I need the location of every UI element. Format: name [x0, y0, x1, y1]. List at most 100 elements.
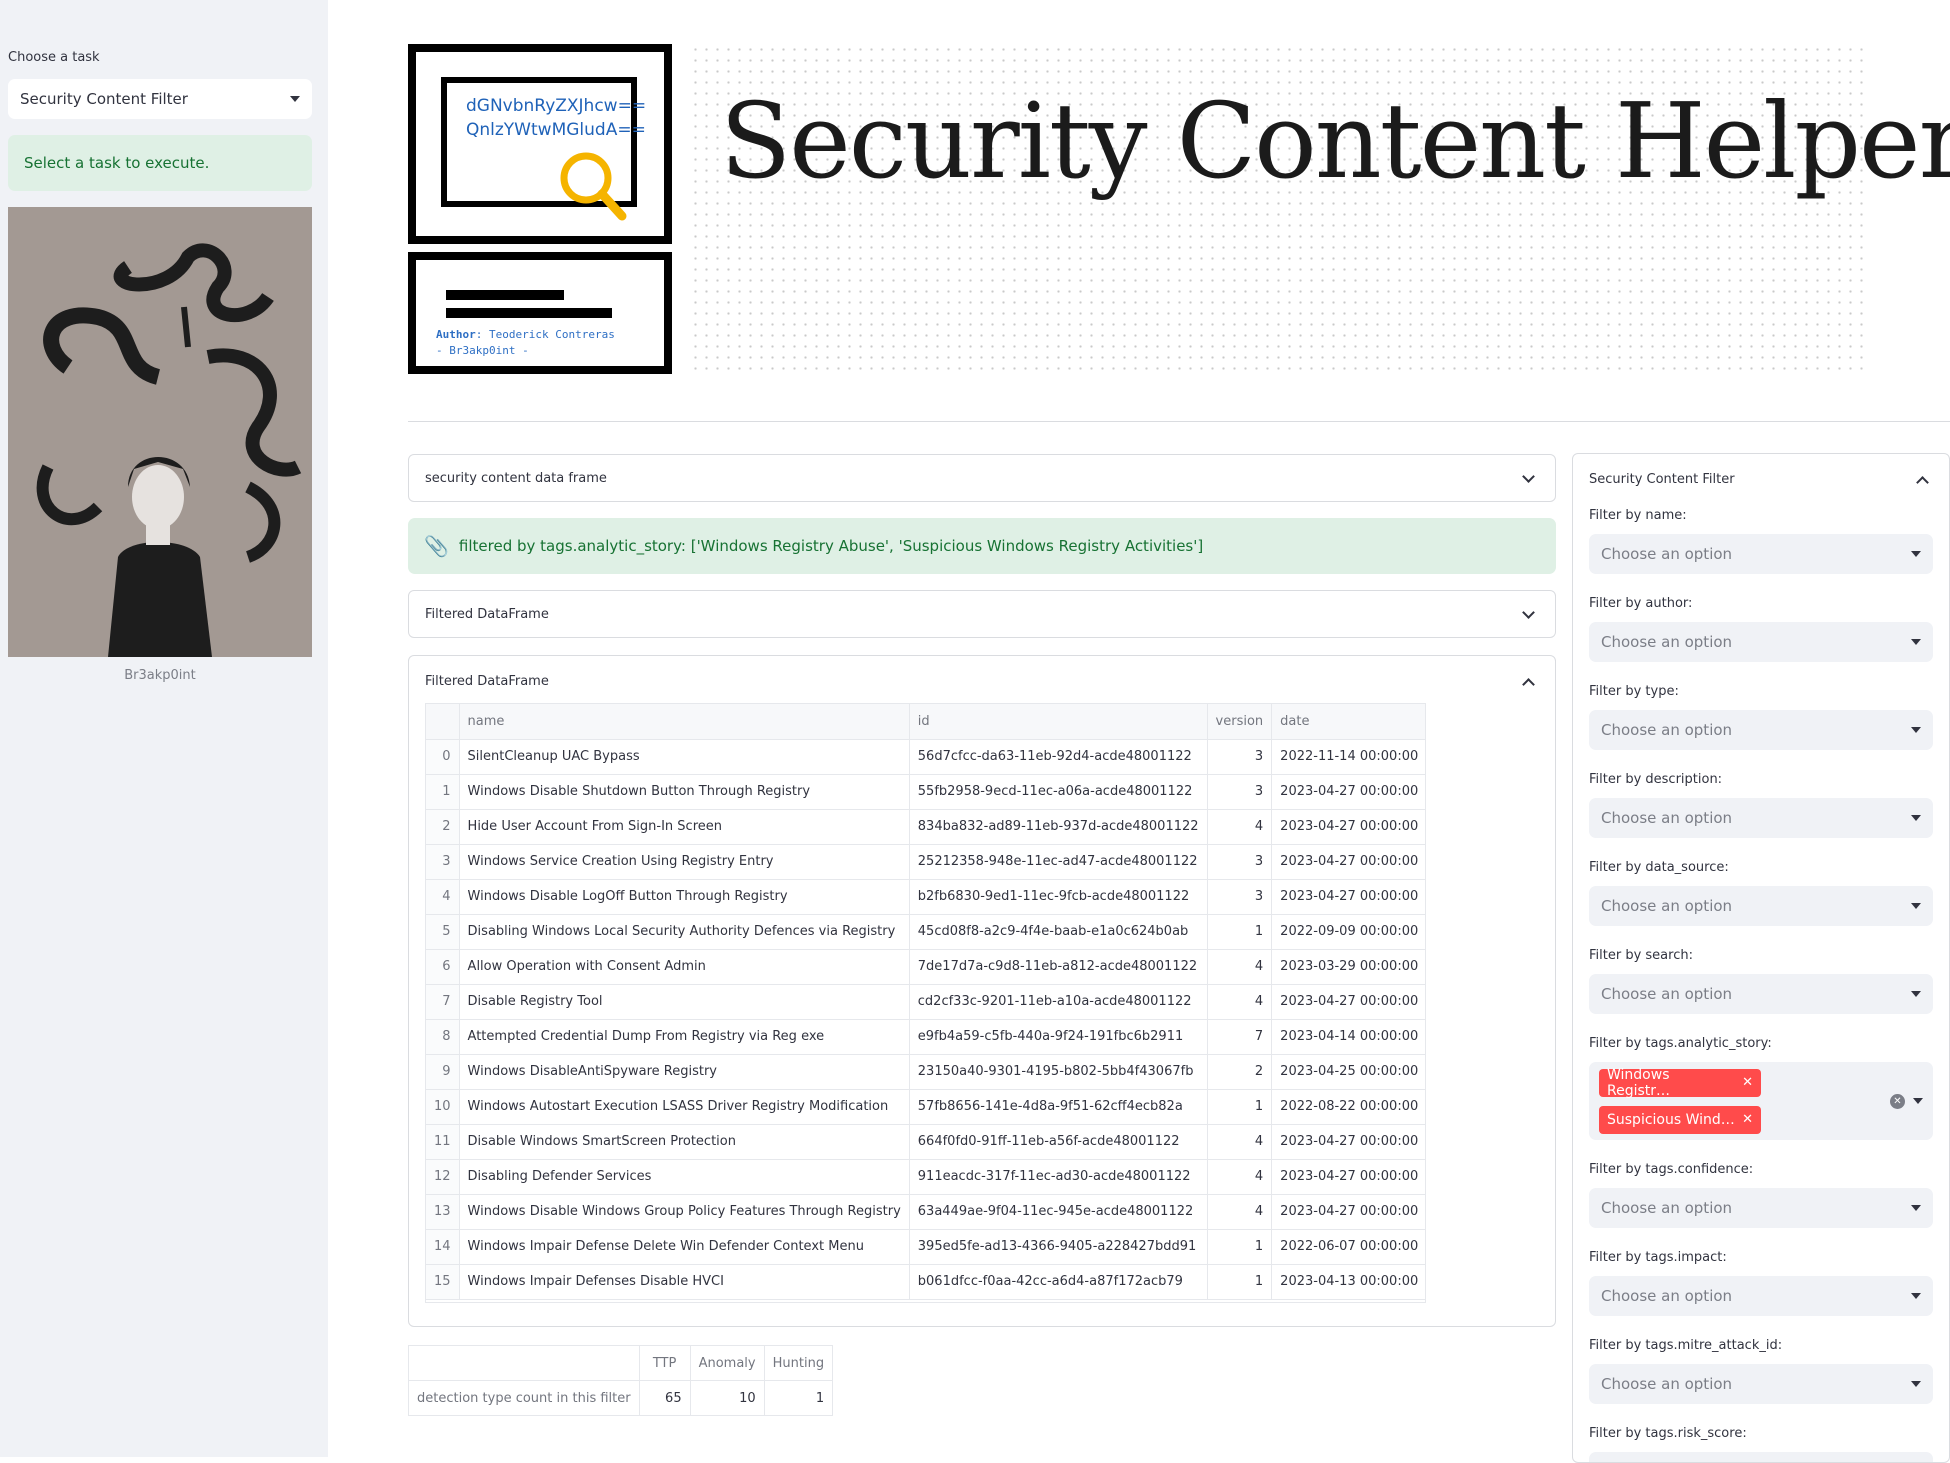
table-cell: 4 — [1207, 809, 1273, 845]
filter-select[interactable]: Choose an option — [1589, 1188, 1933, 1228]
table-row[interactable]: 15 Windows Impair Defenses Disable HVCI b0… — [426, 1264, 1425, 1300]
filter-select[interactable]: Choose an option — [1589, 1364, 1933, 1404]
filter-group: Filter by data_source: Choose an option — [1573, 856, 1949, 926]
filter-group: Filter by tags.mitre_attack_id: Choose an… — [1573, 1334, 1949, 1404]
caret-down-icon — [1911, 1381, 1921, 1387]
table-row[interactable]: 5 Disabling Windows Local Security Author… — [426, 914, 1425, 950]
table-cell: 834ba832-ad89-11eb-937d-acde48001122 — [909, 809, 1208, 845]
table-row[interactable]: 9 Windows DisableAntiSpyware Registry 2315… — [426, 1054, 1425, 1090]
table-cell: 1 — [1207, 1089, 1273, 1125]
table-row[interactable]: 1 Windows Disable Shutdown Button Through… — [426, 774, 1425, 810]
count-header-blank — [408, 1345, 640, 1381]
table-cell: 45cd08f8-a2c9-4f4e-baab-e1a0c624b0ab — [909, 914, 1208, 950]
table-cell: 2 — [426, 809, 460, 845]
sidebar-alert-text: Select a task to execute. — [24, 154, 210, 172]
count-header-ttp: TTP — [638, 1345, 691, 1381]
table-cell: 14 — [426, 1229, 460, 1265]
filter-placeholder: Choose an option — [1601, 1199, 1733, 1217]
column-header[interactable]: name — [459, 704, 910, 740]
task-select[interactable]: Security Content Filter — [8, 79, 312, 119]
table-row[interactable]: 0 SilentCleanup UAC Bypass 56d7cfcc-da63-1… — [426, 739, 1425, 775]
table-cell: Windows Disable Shutdown Button Through … — [459, 774, 910, 810]
table-cell: 2022-06-07 00:00:00 — [1271, 1229, 1425, 1265]
filter-select[interactable]: Choose an option — [1589, 1452, 1933, 1462]
table-cell: SilentCleanup UAC Bypass — [459, 739, 910, 775]
expander-filtered-1[interactable]: Filtered DataFrame — [408, 590, 1556, 638]
table-cell: Allow Operation with Consent Admin — [459, 949, 910, 985]
table-row[interactable]: 4 Windows Disable LogOff Button Through R… — [426, 879, 1425, 915]
chevron-down-icon — [1522, 469, 1535, 483]
table-cell: 23150a40-9301-4195-b802-5bb4f43067fb — [909, 1054, 1208, 1090]
filtered-dataframe[interactable]: nameidversiondateauthor 0SilentCleanup U… — [425, 703, 1426, 1303]
table-cell: Windows Disable LogOff Button Through Re… — [459, 879, 910, 915]
filter-panel-header[interactable]: Security Content Filter — [1573, 454, 1949, 504]
table-cell: 13 — [426, 1194, 460, 1230]
filter-label: Filter by tags.analytic_story: — [1589, 1035, 1772, 1051]
filter-select[interactable]: Choose an option — [1589, 534, 1933, 574]
security-content-filter-panel: Security Content Filter Filter by name: C… — [1572, 453, 1950, 1463]
table-row[interactable]: 14 Windows Impair Defense Delete Win Defe… — [426, 1229, 1425, 1265]
logo-author-label: Author — [436, 328, 476, 341]
table-cell: 11 — [426, 1124, 460, 1160]
table-row[interactable]: 6 Allow Operation with Consent Admin 7de17… — [426, 949, 1425, 985]
filter-select[interactable]: Choose an option — [1589, 622, 1933, 662]
filter-info-text: filtered by tags.analytic_story: ['Windo… — [458, 537, 1204, 555]
table-row[interactable]: 12 Disabling Defender Services 911eacdc-31… — [426, 1159, 1425, 1195]
table-cell: 25212358-948e-11ec-ad47-acde48001122 — [909, 844, 1208, 880]
table-cell: 1 — [426, 774, 460, 810]
table-cell: 6 — [426, 949, 460, 985]
count-row-label: detection type count in this filter — [408, 1380, 640, 1416]
page-title: Security Content Helper — [720, 80, 1950, 202]
expander-filtered-2-title: Filtered DataFrame — [425, 673, 549, 689]
filter-panel-title: Security Content Filter — [1589, 471, 1735, 487]
table-row[interactable]: 2 Hide User Account From Sign-In Screen 83… — [426, 809, 1425, 845]
filter-select[interactable]: Choose an option — [1589, 1276, 1933, 1316]
table-cell: Attempted Credential Dump From Registry … — [459, 1019, 910, 1055]
table-row[interactable]: 10 Windows Autostart Execution LSASS Driv… — [426, 1089, 1425, 1125]
expander-data-frame[interactable]: security content data frame — [408, 454, 1556, 502]
table-cell: 7 — [426, 984, 460, 1020]
table-row[interactable]: 7 Disable Registry Tool cd2cf33c-9201-11eb… — [426, 984, 1425, 1020]
table-cell: 2023-04-27 00:00:00 — [1271, 879, 1425, 915]
selected-tag-label: Windows Registr… — [1607, 1066, 1671, 1099]
table-cell: 4 — [1207, 1159, 1273, 1195]
table-cell: b2fb6830-9ed1-11ec-9fcb-acde48001122 — [909, 879, 1208, 915]
table-cell: 7de17d7a-c9d8-11eb-a812-acde48001122 — [909, 949, 1208, 985]
column-header[interactable]: id — [909, 704, 1208, 740]
filter-group: Filter by tags.analytic_story: Windows Re… — [1573, 1032, 1949, 1140]
table-row[interactable]: 13 Windows Disable Windows Group Policy F… — [426, 1194, 1425, 1230]
table-cell: Disabling Windows Local Security Authori… — [459, 914, 910, 950]
count-header-anomaly: Anomaly — [689, 1345, 765, 1381]
logo-line-2: QnlzYWtwMGludA== — [466, 120, 646, 140]
table-cell: 2 — [1207, 1054, 1273, 1090]
filter-placeholder: Choose an option — [1601, 633, 1733, 651]
table-row[interactable]: 3 Windows Service Creation Using Registry… — [426, 844, 1425, 880]
table-cell: 3 — [426, 844, 460, 880]
filter-label: Filter by search: — [1589, 947, 1693, 963]
filter-label: Filter by tags.mitre_attack_id: — [1589, 1337, 1783, 1353]
table-cell: 2023-04-27 00:00:00 — [1271, 809, 1425, 845]
table-row[interactable]: 8 Attempted Credential Dump From Registry… — [426, 1019, 1425, 1055]
column-header[interactable]: date — [1271, 704, 1425, 740]
column-header[interactable] — [426, 704, 460, 740]
remove-tag-icon[interactable]: ✕ — [1742, 1112, 1753, 1127]
table-row[interactable]: 11 Disable Windows SmartScreen Protection… — [426, 1124, 1425, 1160]
table-cell: Windows Autostart Execution LSASS Driver… — [459, 1089, 910, 1125]
remove-tag-icon[interactable]: ✕ — [1742, 1075, 1753, 1090]
table-cell: 2023-04-27 00:00:00 — [1271, 844, 1425, 880]
table-cell: 0 — [426, 739, 460, 775]
logo-handle: - Br3akp0int - — [436, 344, 529, 357]
clear-all-icon[interactable]: ✕ — [1890, 1093, 1905, 1109]
filter-select[interactable]: Choose an option — [1589, 798, 1933, 838]
filter-label: Filter by author: — [1589, 595, 1693, 611]
filter-select[interactable]: Choose an option — [1589, 974, 1933, 1014]
task-select-value: Security Content Filter — [20, 90, 188, 108]
analytic-story-multiselect[interactable]: Windows Registr… ✕ Suspicious Wind… ✕ ✕ — [1589, 1062, 1933, 1140]
selected-tag[interactable]: Windows Registr… ✕ — [1599, 1066, 1761, 1099]
selected-tag[interactable]: Suspicious Wind… ✕ — [1599, 1105, 1761, 1134]
table-cell: 1 — [1207, 914, 1273, 950]
filter-select[interactable]: Choose an option — [1589, 710, 1933, 750]
filter-select[interactable]: Choose an option — [1589, 886, 1933, 926]
table-cell: 2023-04-13 00:00:00 — [1271, 1264, 1425, 1300]
column-header[interactable]: version — [1207, 704, 1273, 740]
